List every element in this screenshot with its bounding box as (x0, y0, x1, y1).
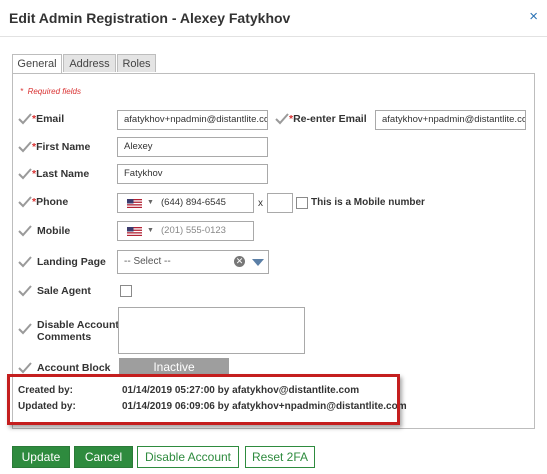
us-flag-icon (127, 227, 142, 236)
update-button[interactable]: Update (12, 446, 70, 468)
mobile-label: Mobile (37, 225, 71, 237)
extension-label: x (258, 198, 263, 209)
check-icon (18, 141, 32, 153)
dialog-title: Edit Admin Registration - Alexey Fatykho… (9, 10, 291, 26)
tab-address[interactable]: Address (63, 54, 116, 72)
check-icon (18, 323, 32, 335)
check-icon (275, 113, 289, 125)
landing-page-select[interactable]: -- Select -- ✕ (117, 250, 269, 274)
phone-field[interactable]: ▼ (644) 894-6545 (117, 193, 254, 213)
check-icon (18, 285, 32, 297)
tab-roles[interactable]: Roles (117, 54, 156, 72)
close-icon[interactable]: × (529, 9, 538, 24)
highlight-box (7, 374, 400, 425)
required-note: * Required fields (20, 87, 81, 96)
phone-value: (644) 894-6545 (161, 197, 226, 208)
dialog-header: Edit Admin Registration - Alexey Fatykho… (0, 0, 547, 37)
disable-comments-label: Disable Account Comments (37, 319, 119, 343)
mobile-checkbox-label: This is a Mobile number (311, 197, 425, 208)
reenter-email-label: *Re-enter Email (289, 113, 367, 125)
us-flag-icon (127, 199, 142, 208)
check-icon (18, 196, 32, 208)
last-name-field[interactable]: Fatykhov (117, 164, 268, 184)
cancel-button[interactable]: Cancel (74, 446, 133, 468)
first-name-label: *First Name (32, 141, 91, 153)
sale-agent-checkbox[interactable] (120, 285, 132, 297)
mobile-checkbox[interactable] (296, 197, 308, 209)
mobile-field[interactable]: ▼ (201) 555-0123 (117, 221, 254, 241)
sale-agent-label: Sale Agent (37, 285, 91, 297)
disable-account-button[interactable]: Disable Account (137, 446, 239, 468)
check-icon (18, 225, 32, 237)
reenter-email-field[interactable]: afatykhov+npadmin@distantlite.com (375, 110, 526, 130)
check-icon (18, 362, 32, 374)
tab-general[interactable]: General (12, 54, 62, 74)
clear-icon[interactable]: ✕ (234, 256, 245, 267)
reset-2fa-button[interactable]: Reset 2FA (245, 446, 315, 468)
chevron-down-icon[interactable]: ▼ (147, 222, 154, 240)
check-icon (18, 256, 32, 268)
first-name-field[interactable]: Alexey (117, 137, 268, 157)
last-name-label: *Last Name (32, 168, 90, 180)
account-block-label: Account Block (37, 362, 111, 374)
dropdown-arrow-icon[interactable] (252, 259, 264, 266)
disable-comments-textarea[interactable] (118, 307, 305, 354)
landing-page-label: Landing Page (37, 256, 106, 268)
extension-field[interactable] (267, 193, 293, 213)
check-icon (18, 113, 32, 125)
chevron-down-icon[interactable]: ▼ (147, 194, 154, 212)
landing-page-value: -- Select -- (124, 256, 171, 267)
email-field[interactable]: afatykhov+npadmin@distantlite.com (117, 110, 268, 130)
mobile-placeholder: (201) 555-0123 (161, 225, 226, 236)
check-icon (18, 168, 32, 180)
email-label: *Email (32, 113, 65, 125)
phone-label: *Phone (32, 196, 69, 208)
